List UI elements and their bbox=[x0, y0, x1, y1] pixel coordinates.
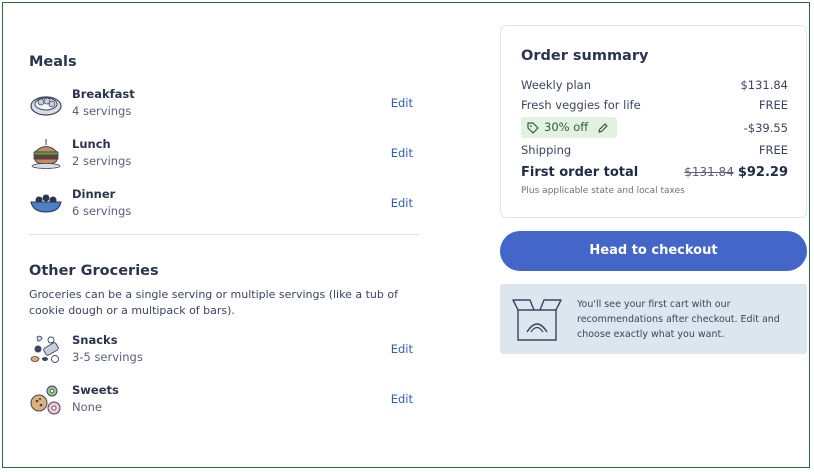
meal-name: Breakfast bbox=[72, 87, 135, 101]
head-to-checkout-button[interactable]: Head to checkout bbox=[500, 231, 807, 271]
discounted-total: $92.29 bbox=[737, 165, 788, 180]
grocery-name: Snacks bbox=[72, 333, 118, 347]
edit-lunch-link[interactable]: Edit bbox=[391, 146, 413, 160]
page-frame: Meals Breakfast 4 servings Edit Lunch 2 … bbox=[2, 2, 810, 468]
total-label: First order total bbox=[521, 165, 639, 180]
original-total: $131.84 bbox=[684, 165, 734, 179]
checkout-info-text: You'll see your first cart with our reco… bbox=[577, 299, 780, 340]
meal-servings: 2 servings bbox=[72, 154, 132, 168]
checkout-info-box: You'll see your first cart with our reco… bbox=[500, 284, 807, 354]
snacks-icon bbox=[30, 335, 59, 363]
edit-breakfast-link[interactable]: Edit bbox=[391, 96, 413, 110]
edit-dinner-link[interactable]: Edit bbox=[391, 196, 413, 210]
meal-row-lunch: Lunch 2 servings Edit bbox=[29, 137, 419, 173]
groceries-description: Groceries can be a single serving or mul… bbox=[29, 288, 398, 317]
meals-heading: Meals bbox=[29, 54, 77, 70]
weekly-plan-label: Weekly plan bbox=[521, 78, 591, 92]
order-summary-card: Order summary Weekly plan $131.84 Fresh … bbox=[500, 25, 807, 218]
promo-chip[interactable]: 30% off bbox=[521, 117, 618, 138]
shipping-value: FREE bbox=[758, 143, 788, 157]
grocery-name: Sweets bbox=[72, 383, 119, 397]
edit-snacks-link[interactable]: Edit bbox=[391, 342, 413, 356]
veggies-value: FREE bbox=[758, 98, 788, 112]
weekly-plan-value: $131.84 bbox=[740, 78, 788, 92]
lunch-burger-icon bbox=[31, 139, 61, 169]
meal-name: Dinner bbox=[72, 187, 116, 201]
grocery-row-sweets: Sweets None Edit bbox=[29, 383, 419, 419]
pencil-icon[interactable] bbox=[597, 122, 609, 134]
veggies-label: Fresh veggies for life bbox=[521, 98, 641, 112]
sweets-icon bbox=[30, 385, 61, 415]
meal-servings: 4 servings bbox=[72, 104, 132, 118]
order-summary-title: Order summary bbox=[521, 48, 649, 64]
dinner-bowl-icon bbox=[30, 194, 62, 213]
open-box-icon bbox=[512, 299, 562, 341]
promo-value: -$39.55 bbox=[743, 121, 788, 135]
grocery-row-snacks: Snacks 3-5 servings Edit bbox=[29, 333, 419, 369]
meal-name: Lunch bbox=[72, 137, 111, 151]
edit-sweets-link[interactable]: Edit bbox=[391, 392, 413, 406]
shipping-label: Shipping bbox=[521, 143, 572, 157]
promo-row: 30% off -$39.55 bbox=[521, 117, 788, 139]
groceries-heading: Other Groceries bbox=[29, 263, 159, 279]
grocery-servings: 3-5 servings bbox=[72, 350, 143, 364]
breakfast-plate-icon bbox=[30, 96, 62, 116]
grocery-servings: None bbox=[72, 400, 103, 414]
meal-row-breakfast: Breakfast 4 servings Edit bbox=[29, 87, 419, 123]
tax-note: Plus applicable state and local taxes bbox=[521, 186, 685, 196]
meal-servings: 6 servings bbox=[72, 204, 132, 218]
meal-row-dinner: Dinner 6 servings Edit bbox=[29, 187, 419, 223]
tag-icon bbox=[527, 121, 539, 134]
promo-label: 30% off bbox=[544, 120, 589, 134]
section-divider bbox=[29, 234, 419, 235]
total-values: $131.84 $92.29 bbox=[684, 165, 788, 180]
